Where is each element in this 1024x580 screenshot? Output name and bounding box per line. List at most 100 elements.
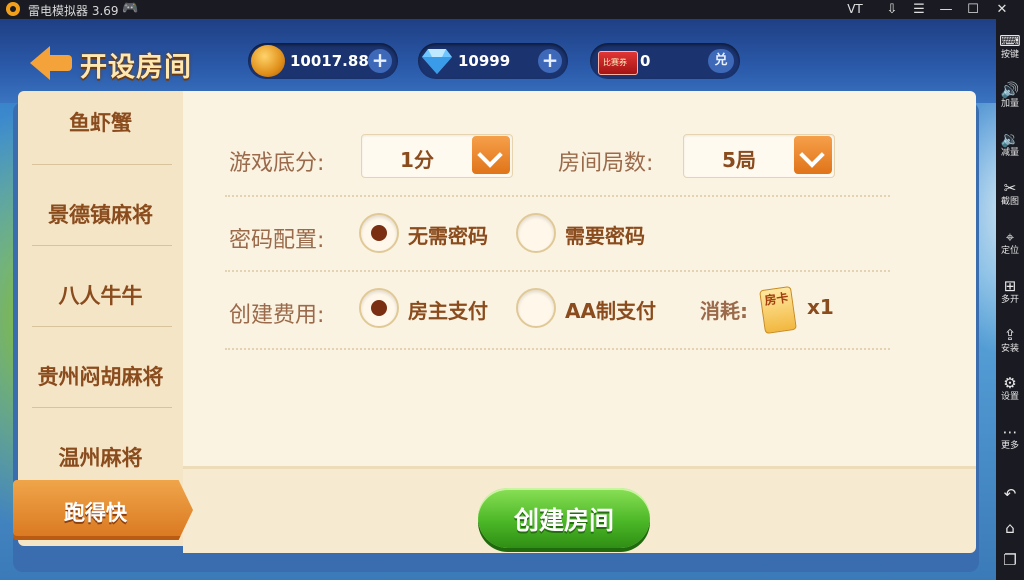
cost-value: x1 xyxy=(807,295,834,319)
chevron-down-icon xyxy=(472,136,510,174)
download-icon[interactable]: ⇩ xyxy=(880,0,904,19)
sidebar-item-label: 截图 xyxy=(1000,197,1019,207)
sidebar-item-6[interactable]: ⇪ 安装 xyxy=(996,327,1024,355)
radio-no-password[interactable] xyxy=(359,213,399,253)
match-ticket-icon: 比赛券 xyxy=(598,51,638,75)
sidebar-item-8[interactable]: ⋯ 更多 xyxy=(996,424,1024,452)
game-item-label: 八人牛牛 xyxy=(58,284,143,308)
diamond-icon xyxy=(422,49,452,74)
sidebar-item-5[interactable]: ⊞ 多开 xyxy=(996,278,1024,306)
room-settings: 游戏底分: 1分 房间局数: 5局 密码配置: 无需密码 需要密码 创建费用: … xyxy=(183,91,976,466)
diamond-amount: 10999 xyxy=(458,52,511,70)
cost-label: 消耗: xyxy=(700,299,748,323)
create-room-label: 创建房间 xyxy=(513,506,614,535)
base-score-value: 1分 xyxy=(400,148,434,172)
divider xyxy=(32,245,172,246)
aa-pay-label[interactable]: AA制支付 xyxy=(565,295,656,324)
game-item[interactable]: 鱼虾蟹 xyxy=(18,91,183,171)
sidebar-item-label: 减量 xyxy=(1000,148,1019,158)
game-item[interactable]: 贵州闷胡麻将 xyxy=(18,334,183,414)
app-title: 雷电模拟器 3.69 xyxy=(28,4,119,18)
maximize-button[interactable]: ☐ xyxy=(961,0,985,19)
sidebar-item-3[interactable]: ✂ 截图 xyxy=(996,180,1024,208)
base-score-dropdown[interactable]: 1分 xyxy=(361,134,513,178)
divider xyxy=(32,326,172,327)
ticket-label: 比赛券 xyxy=(603,58,627,67)
sidebar-item-label: 加量 xyxy=(1000,99,1019,109)
menu-icon[interactable]: ☰ xyxy=(907,0,931,19)
gold-amount: 10017.88 xyxy=(290,52,369,70)
radio-selected-dot xyxy=(371,300,387,316)
scissors-icon: ✂ xyxy=(1003,179,1017,197)
divider xyxy=(32,407,172,408)
selected-game-label: 跑得快 xyxy=(64,501,127,525)
sidebar-item-label: 设置 xyxy=(1000,392,1019,402)
volume-up-icon: 🔊 xyxy=(1000,81,1020,99)
gamepad-icon: 🎮 xyxy=(122,1,139,16)
sidebar-item-label: 按键 xyxy=(1000,50,1019,60)
sidebar-item-label: 更多 xyxy=(1000,441,1019,451)
radio-need-password[interactable] xyxy=(516,213,556,253)
gold-balance: 10017.88 + xyxy=(248,43,398,79)
divider xyxy=(225,270,890,272)
back-arrow-button[interactable] xyxy=(30,46,72,80)
radio-selected-dot xyxy=(371,225,387,241)
volume-down-icon: 🔉 xyxy=(1000,130,1020,148)
apk-install-icon: ⇪ xyxy=(1003,326,1017,344)
more-icon: ⋯ xyxy=(1002,423,1018,441)
game-item[interactable]: 八人牛牛 xyxy=(18,253,183,333)
base-score-label: 游戏底分: xyxy=(229,151,325,176)
close-button[interactable]: ✕ xyxy=(990,0,1014,19)
divider xyxy=(225,348,890,350)
sidebar-item-label: 多开 xyxy=(1000,295,1019,305)
need-password-label[interactable]: 需要密码 xyxy=(565,220,645,249)
rounds-value: 5局 xyxy=(722,148,756,172)
radio-aa-pay[interactable] xyxy=(516,288,556,328)
no-password-label[interactable]: 无需密码 xyxy=(408,220,488,249)
sidebar-item-4[interactable]: ⌖ 定位 xyxy=(996,229,1024,257)
add-diamond-button[interactable]: + xyxy=(538,49,562,73)
sidebar-item-0[interactable]: ⌨ 按键 xyxy=(996,33,1024,61)
back-nav-icon[interactable]: ↶ xyxy=(996,485,1024,503)
sidebar-item-1[interactable]: 🔊 加量 xyxy=(996,82,1024,110)
back-arrow-icon xyxy=(30,46,50,80)
ticket-balance: 比赛券 0 兑 xyxy=(590,43,740,79)
page-title: 开设房间 xyxy=(80,52,192,83)
diamond-balance: 10999 + xyxy=(418,43,568,79)
gear-icon: ⚙ xyxy=(1003,374,1017,392)
host-pay-label[interactable]: 房主支付 xyxy=(408,295,488,324)
room-card-icon: 房卡 xyxy=(759,285,797,335)
sidebar-item-7[interactable]: ⚙ 设置 xyxy=(996,375,1024,403)
game-item-label: 温州麻将 xyxy=(58,446,143,470)
emulator-title-bar: 雷电模拟器 3.69 🎮 VT ⇩ ☰ — ☐ ✕ xyxy=(0,0,1024,19)
chevron-down-icon xyxy=(794,136,832,174)
multi-open-icon: ⊞ xyxy=(1003,277,1017,295)
keyboard-icon: ⌨ xyxy=(999,32,1021,50)
vt-indicator: VT xyxy=(847,2,863,16)
divider xyxy=(32,164,172,165)
sidebar-item-2[interactable]: 🔉 减量 xyxy=(996,131,1024,159)
ticket-amount: 0 xyxy=(640,52,651,70)
rounds-dropdown[interactable]: 5局 xyxy=(683,134,835,178)
gold-ingot-icon xyxy=(251,45,285,77)
location-icon: ⌖ xyxy=(1005,228,1015,246)
home-nav-icon[interactable]: ⌂ xyxy=(996,519,1024,537)
password-label: 密码配置: xyxy=(229,228,325,253)
game-item-selected[interactable]: 跑得快 xyxy=(13,480,193,540)
minimize-button[interactable]: — xyxy=(934,0,958,19)
game-item-label: 贵州闷胡麻将 xyxy=(37,365,164,389)
rounds-label: 房间局数: xyxy=(558,151,654,176)
radio-host-pay[interactable] xyxy=(359,288,399,328)
emulator-logo-icon xyxy=(6,2,20,16)
game-list: 鱼虾蟹景德镇麻将八人牛牛贵州闷胡麻将 温州麻将 xyxy=(18,91,183,546)
fee-label: 创建费用: xyxy=(229,303,325,328)
game-item-label: 鱼虾蟹 xyxy=(69,111,132,135)
exchange-button[interactable]: 兑 xyxy=(708,49,734,73)
sidebar-item-label: 安装 xyxy=(1000,344,1019,354)
game-item[interactable]: 景德镇麻将 xyxy=(18,172,183,252)
recents-nav-icon[interactable]: ❐ xyxy=(996,551,1024,569)
emulator-sidebar: ⌨ 按键 🔊 加量 🔉 减量 ✂ 截图 ⌖ 定位 ⊞ 多开 ⇪ 安装 ⚙ 设置 ⋯ 更多 ↶ ⌂ ❐ xyxy=(996,19,1024,580)
add-gold-button[interactable]: + xyxy=(368,49,392,73)
divider xyxy=(225,195,890,197)
create-room-button[interactable]: 创建房间 xyxy=(478,488,650,548)
